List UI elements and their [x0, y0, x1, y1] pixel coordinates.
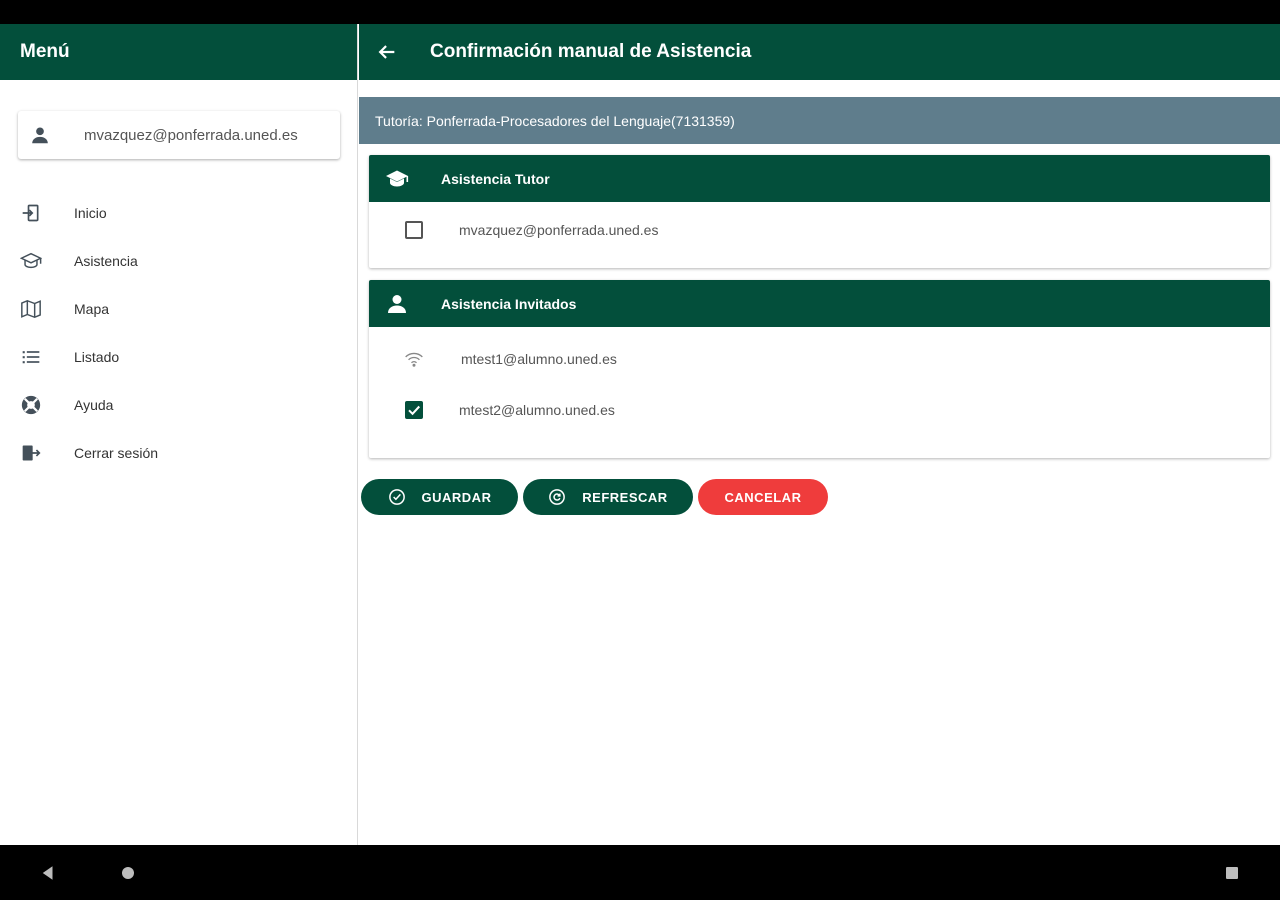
checkbox-cell — [369, 221, 459, 239]
menu-item-ayuda[interactable]: Ayuda — [0, 381, 358, 429]
nav-recents-button[interactable] — [1202, 845, 1262, 900]
tutor-card-title: Asistencia Tutor — [441, 170, 550, 187]
cancelar-button[interactable]: CANCELAR — [698, 479, 828, 515]
tutoria-subheader: Tutoría: Ponferrada-Procesadores del Len… — [359, 97, 1280, 144]
menu-title: Menú — [0, 24, 357, 80]
menu-item-label: Ayuda — [74, 397, 114, 413]
logout-icon — [0, 443, 62, 463]
menu-list: Inicio Asistencia Mapa Listado Ayuda Cer… — [0, 189, 358, 477]
user-email: mvazquez@ponferrada.uned.es — [84, 126, 298, 144]
wifi-icon — [369, 349, 459, 369]
refrescar-button[interactable]: REFRESCAR — [523, 479, 693, 515]
menu-item-cerrar-sesion[interactable]: Cerrar sesión — [0, 429, 358, 477]
person-icon — [18, 124, 62, 146]
system-navigation-bar — [0, 845, 1280, 900]
map-icon — [0, 298, 62, 320]
circle-home-icon — [122, 866, 134, 879]
arrow-back-icon — [378, 45, 395, 59]
menu-item-label: Cerrar sesión — [74, 445, 159, 461]
menu-item-inicio[interactable]: Inicio — [0, 189, 358, 237]
menu-item-listado[interactable]: Listado — [0, 333, 358, 381]
refrescar-label: REFRESCAR — [582, 489, 668, 505]
list-item: mtest1@alumno.uned.es — [369, 339, 1270, 379]
tutor-card-header: Asistencia Tutor — [369, 155, 1270, 202]
tutor-email: mvazquez@ponferrada.uned.es — [459, 222, 659, 238]
main-content: Confirmación manual de Asistencia Tutorí… — [359, 24, 1280, 845]
help-lifebuoy-icon — [0, 394, 62, 416]
guardar-label: GUARDAR — [421, 489, 492, 505]
tutor-card: Asistencia Tutor mvazquez@ponferrada.une… — [369, 155, 1270, 268]
triangle-back-icon — [42, 865, 53, 880]
app-window: Menú mvazquez@ponferrada.uned.es Inicio … — [0, 24, 1280, 845]
toolbar: Confirmación manual de Asistencia — [359, 24, 1280, 80]
action-buttons: GUARDAR REFRESCAR CANCELAR — [361, 479, 833, 515]
checkbox-cell — [369, 401, 459, 419]
invitado-checkbox[interactable] — [405, 401, 423, 419]
invitado-email: mtest1@alumno.uned.es — [461, 351, 617, 367]
list-item: mvazquez@ponferrada.uned.es — [369, 210, 1270, 250]
refresh-icon — [548, 488, 566, 506]
invitados-card: Asistencia Invitados mtest1@alumno.uned.… — [369, 280, 1270, 458]
nav-back-button[interactable] — [18, 845, 78, 900]
menu-item-asistencia[interactable]: Asistencia — [0, 237, 358, 285]
person-icon — [369, 292, 425, 316]
page-title: Confirmación manual de Asistencia — [430, 41, 752, 62]
invitados-card-title: Asistencia Invitados — [441, 295, 577, 312]
login-icon — [0, 203, 62, 223]
check-circle-icon — [388, 488, 406, 506]
list-icon — [0, 347, 62, 367]
check-icon — [408, 405, 421, 416]
status-bar — [0, 0, 1280, 24]
list-item: mtest2@alumno.uned.es — [369, 390, 1270, 430]
back-button[interactable] — [359, 24, 415, 80]
invitado-email: mtest2@alumno.uned.es — [459, 402, 615, 418]
school-icon — [0, 250, 62, 272]
menu-item-label: Listado — [74, 349, 120, 365]
guardar-button[interactable]: GUARDAR — [361, 479, 518, 515]
school-icon — [369, 167, 425, 191]
user-card[interactable]: mvazquez@ponferrada.uned.es — [18, 111, 340, 159]
menu-item-mapa[interactable]: Mapa — [0, 285, 358, 333]
square-recents-icon — [1226, 866, 1238, 879]
menu-item-label: Mapa — [74, 301, 110, 317]
nav-home-button[interactable] — [98, 845, 158, 900]
side-menu: Menú mvazquez@ponferrada.uned.es Inicio … — [0, 24, 358, 845]
tutor-checkbox[interactable] — [405, 221, 423, 239]
cancelar-label: CANCELAR — [724, 489, 802, 505]
invitados-card-header: Asistencia Invitados — [369, 280, 1270, 327]
menu-item-label: Asistencia — [74, 253, 138, 269]
menu-item-label: Inicio — [74, 205, 107, 221]
